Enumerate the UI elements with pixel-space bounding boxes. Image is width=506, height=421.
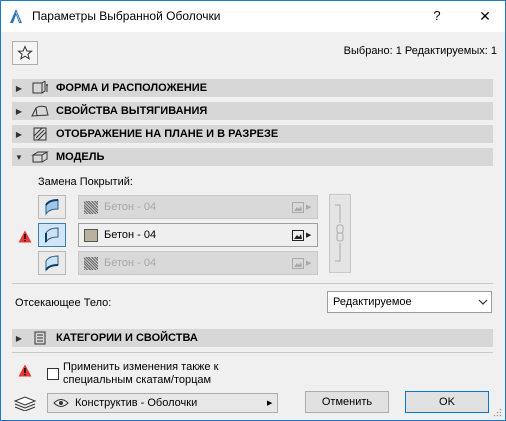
floorplan-section-icon xyxy=(30,126,50,142)
archicad-app-icon xyxy=(10,9,22,23)
link-materials-toggle[interactable] xyxy=(329,194,351,273)
section-label: СВОЙСТВА ВЫТЯГИВАНИЯ xyxy=(56,105,208,117)
material-field-top[interactable]: Бетон - 04 ▶ xyxy=(78,195,318,219)
dialog-window: Параметры Выбранной Оболочки ? ✕ Выбрано… xyxy=(0,0,506,421)
section-floorplan[interactable]: ▶ ОТОБРАЖЕНИЕ НА ПЛАНЕ И В РАЗРЕЗЕ xyxy=(12,125,493,143)
cut-body-label: Отсекающее Тело: xyxy=(15,297,112,309)
layer-name: Конструктив - Оболочки xyxy=(75,397,198,409)
submenu-arrow-icon: ▶ xyxy=(306,232,312,239)
help-button[interactable]: ? xyxy=(427,7,447,25)
expand-arrow-icon: ▶ xyxy=(15,333,23,343)
submenu-arrow-icon: ▶ xyxy=(267,400,273,407)
section-label: ОТОБРАЖЕНИЕ НА ПЛАНЕ И В РАЗРЕЗЕ xyxy=(56,128,279,140)
warning-icon xyxy=(18,364,32,377)
section-label: МОДЕЛЬ xyxy=(56,151,105,163)
bottom-surface-icon xyxy=(45,255,59,272)
bottom-surface-button[interactable] xyxy=(38,251,66,275)
hatch-swatch-icon xyxy=(84,256,98,270)
apply-special-label-line2: специальным скатам/торцам xyxy=(63,374,212,386)
surface-override-label: Замена Покрытий: xyxy=(38,176,133,188)
image-picker-icon xyxy=(292,201,304,213)
top-surface-button[interactable] xyxy=(38,195,66,219)
cut-body-dropdown[interactable]: Редактируемое xyxy=(327,291,492,313)
image-picker-icon xyxy=(292,229,304,241)
top-surface-icon xyxy=(45,199,59,216)
cancel-button[interactable]: Отменить xyxy=(305,391,389,413)
material-name: Бетон - 04 xyxy=(104,257,157,269)
ok-button[interactable]: OK xyxy=(405,391,489,413)
edge-surface-icon xyxy=(45,227,59,244)
model-icon xyxy=(30,149,50,165)
apply-special-checkbox[interactable] xyxy=(47,368,59,380)
cut-body-value: Редактируемое xyxy=(333,296,412,308)
title-bar: Параметры Выбранной Оболочки ? ✕ xyxy=(1,1,505,32)
submenu-arrow-icon: ▶ xyxy=(306,204,312,211)
section-label: ФОРМА И РАСПОЛОЖЕНИЕ xyxy=(56,82,208,94)
warning-icon xyxy=(18,230,32,243)
material-field-bottom[interactable]: Бетон - 04 ▶ xyxy=(78,251,318,275)
divider xyxy=(12,352,493,353)
material-swatch-icon xyxy=(84,228,98,242)
layer-selector[interactable]: Конструктив - Оболочки ▶ xyxy=(47,393,278,413)
section-label: КАТЕГОРИИ И СВОЙСТВА xyxy=(56,332,198,344)
expand-arrow-icon: ▶ xyxy=(15,106,23,116)
expand-arrow-icon: ▶ xyxy=(15,83,23,93)
section-model[interactable]: ▼ МОДЕЛЬ xyxy=(12,148,493,166)
expand-arrow-icon: ▶ xyxy=(15,129,23,139)
close-button[interactable]: ✕ xyxy=(475,7,495,25)
submenu-arrow-icon: ▶ xyxy=(306,260,312,267)
hatch-swatch-icon xyxy=(84,200,98,214)
categories-icon xyxy=(30,330,50,346)
section-categories[interactable]: ▶ КАТЕГОРИИ И СВОЙСТВА xyxy=(12,329,493,347)
layers-icon xyxy=(13,396,37,411)
image-picker-icon xyxy=(292,257,304,269)
favorites-button[interactable] xyxy=(12,41,38,65)
section-extrusion[interactable]: ▶ СВОЙСТВА ВЫТЯГИВАНИЯ xyxy=(12,102,493,120)
divider xyxy=(12,283,493,284)
eye-icon xyxy=(53,398,71,408)
window-title: Параметры Выбранной Оболочки xyxy=(32,9,221,23)
material-name: Бетон - 04 xyxy=(104,229,157,241)
selection-info: Выбрано: 1 Редактируемых: 1 xyxy=(343,45,497,57)
apply-special-label: Применить изменения также к специальным … xyxy=(63,361,218,387)
edge-surface-button[interactable] xyxy=(38,223,66,247)
shape-position-icon xyxy=(30,80,50,96)
star-icon xyxy=(17,45,33,60)
section-shape-position[interactable]: ▶ ФОРМА И РАСПОЛОЖЕНИЕ xyxy=(12,79,493,97)
chevron-down-icon xyxy=(478,299,488,305)
chain-link-icon xyxy=(335,204,344,262)
apply-special-label-line1: Применить изменения также к xyxy=(63,361,219,373)
collapse-arrow-icon: ▼ xyxy=(15,152,23,162)
material-field-edge[interactable]: Бетон - 04 ▶ xyxy=(78,223,318,247)
resize-grip-icon[interactable] xyxy=(492,407,502,417)
material-name: Бетон - 04 xyxy=(104,201,157,213)
extrusion-icon xyxy=(30,103,50,119)
